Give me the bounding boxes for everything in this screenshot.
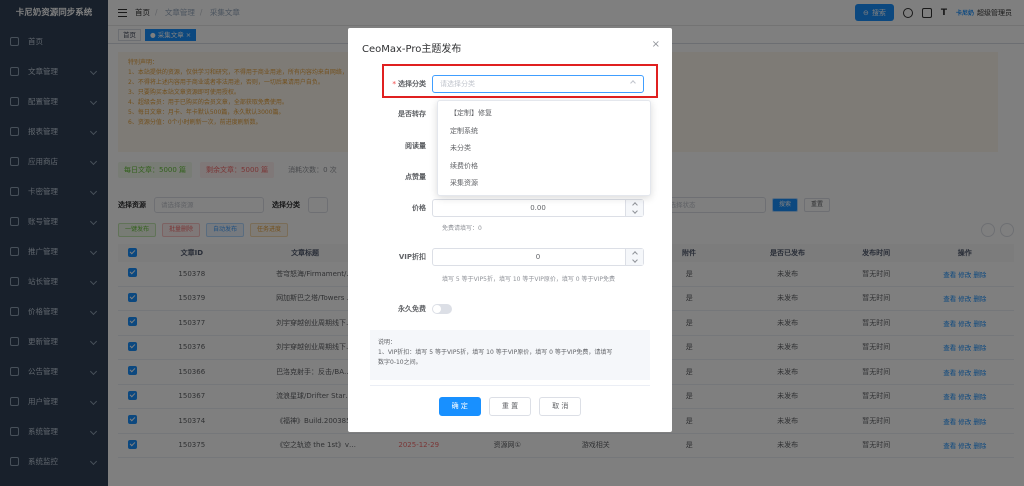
category-option[interactable]: 定制系统: [438, 123, 650, 141]
dialog-footer: 确 定 重 置 取 消: [348, 397, 672, 416]
vip-label: VIP折扣: [398, 253, 426, 261]
note-line: 数字0-10之间。: [378, 359, 422, 366]
note-box: 说明： 1、VIP折扣：填写 5 等于VIP5折，填写 10 等于VIP原价，填…: [370, 330, 650, 380]
price-hint: 免费请填写：0: [442, 225, 482, 232]
free-toggle[interactable]: [432, 304, 452, 314]
category-option[interactable]: 采集资源: [438, 175, 650, 193]
price-label: 价格: [412, 204, 426, 212]
vip-discount-input[interactable]: 0: [432, 248, 644, 266]
spinner-icon[interactable]: [625, 249, 643, 265]
category-option[interactable]: 【定制】修复: [438, 105, 650, 123]
price-row: 价格 0.00: [348, 199, 672, 217]
close-icon[interactable]: ×: [652, 39, 660, 50]
reset-button[interactable]: 重 置: [488, 397, 532, 416]
free-row: 永久免费: [348, 304, 672, 314]
note-line: 说明：: [378, 339, 397, 346]
category-dropdown: 【定制】修复 定制系统 未分类 续费价格 采集资源: [437, 100, 651, 196]
free-label: 永久免费: [398, 305, 426, 313]
vip-hint: 填写 5 等于VIP5折，填写 10 等于VIP原价，填写 0 等于VIP免费: [442, 276, 616, 283]
transfer-label: 是否转存: [398, 110, 426, 118]
cancel-button[interactable]: 取 消: [539, 397, 582, 416]
highlight-box: [382, 64, 658, 98]
category-option[interactable]: 续费价格: [438, 158, 650, 176]
vip-row: VIP折扣 0: [348, 248, 672, 266]
like-label: 点赞量: [405, 173, 426, 181]
confirm-button[interactable]: 确 定: [438, 397, 481, 416]
dialog-title: CeoMax-Pro主题发布: [362, 44, 462, 55]
category-option[interactable]: 未分类: [438, 140, 650, 158]
note-line: 1、VIP折扣：填写 5 等于VIP5折，填写 10 等于VIP原价，填写 0 …: [378, 349, 613, 356]
spinner-icon[interactable]: [625, 200, 643, 216]
read-label: 阅读量: [405, 142, 426, 150]
dialog-divider: [370, 385, 650, 386]
price-input[interactable]: 0.00: [432, 199, 644, 217]
